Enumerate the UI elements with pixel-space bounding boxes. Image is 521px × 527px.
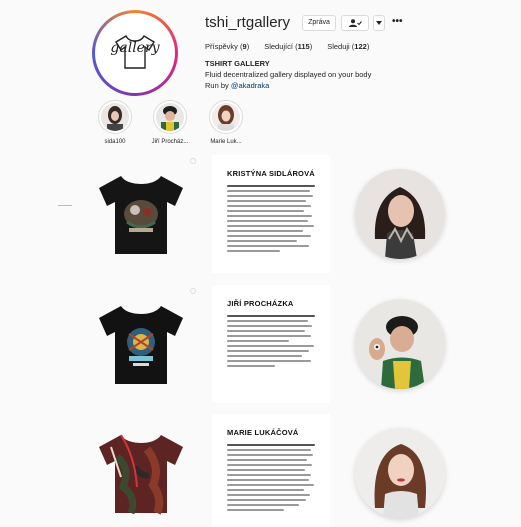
bio-run-by: Run by @akadraka [205, 81, 270, 90]
profile-username: tshi_rtgallery [205, 14, 291, 31]
suggestions-dropdown-button[interactable] [373, 15, 385, 31]
person-check-icon [349, 19, 362, 27]
divider [58, 205, 72, 206]
post-title: KRISTÝNA SIDLÁROVÁ [227, 169, 315, 178]
highlight-label: Jiří Procház... [151, 139, 189, 145]
post-title: MARIE LUKÁČOVÁ [227, 428, 299, 437]
post-tile[interactable] [341, 155, 459, 273]
stat-following[interactable]: Sleduji (122) [327, 42, 369, 51]
black-tshirt-icon [99, 176, 183, 254]
multiple-posts-icon [190, 288, 196, 294]
post-tile[interactable] [82, 414, 200, 527]
post-tile[interactable]: KRISTÝNA SIDLÁROVÁ [212, 155, 330, 273]
bio-handle-link[interactable]: @akadraka [231, 81, 269, 90]
man-portrait-icon [355, 299, 445, 389]
post-title: JIŘÍ PROCHÁZKA [227, 299, 294, 308]
man-avatar-icon [156, 103, 184, 131]
highlight-item[interactable]: Marie Luk... [201, 100, 251, 145]
woman-portrait-icon [355, 428, 445, 518]
highlight-item[interactable]: sida100 [90, 100, 140, 145]
highlight-label: sida100 [104, 139, 126, 145]
post-tile[interactable] [82, 285, 200, 403]
profile-avatar[interactable]: gallery [92, 10, 178, 96]
highlight-label: Marie Luk... [210, 139, 242, 145]
chevron-down-icon [376, 21, 382, 25]
woman-portrait-icon [355, 169, 445, 259]
stat-followers[interactable]: Sledující (115) [264, 42, 312, 51]
post-tile[interactable] [341, 414, 459, 527]
bio-name: TSHIRT GALLERY [205, 59, 270, 68]
stat-posts: Příspěvky (9) [205, 42, 250, 51]
message-button[interactable]: Zpráva [302, 15, 336, 31]
black-tshirt-icon [99, 306, 183, 384]
profile-header: gallery tshi_rtgallery Zpráva ••• Příspě… [0, 0, 521, 100]
avatar-logo-text: gallery [110, 40, 160, 56]
post-tile[interactable] [82, 155, 200, 273]
post-tile[interactable]: MARIE LUKÁČOVÁ [212, 414, 330, 527]
bio-description: Fluid decentralized gallery displayed on… [205, 70, 372, 79]
woman-avatar-icon [212, 103, 240, 131]
woman-avatar-icon [101, 103, 129, 131]
more-options-button[interactable]: ••• [392, 15, 403, 29]
story-highlights: sida100 Jiří Procház... Marie Luk... [90, 100, 290, 152]
following-button[interactable] [341, 15, 369, 31]
post-tile[interactable]: JIŘÍ PROCHÁZKA [212, 285, 330, 403]
tiedye-tshirt-icon [99, 434, 183, 515]
profile-stats: Příspěvky (9) Sledující (115) Sleduji (1… [205, 42, 369, 51]
highlight-item[interactable]: Jiří Procház... [145, 100, 195, 145]
multiple-posts-icon [190, 158, 196, 164]
post-tile[interactable] [341, 285, 459, 403]
